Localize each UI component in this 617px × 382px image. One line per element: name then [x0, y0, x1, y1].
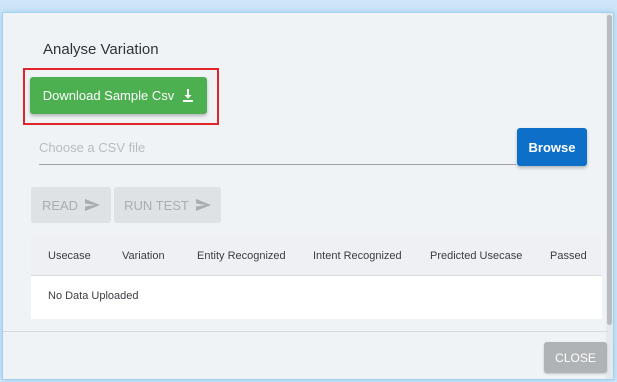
scrollbar-thumb[interactable] — [607, 15, 612, 325]
send-icon — [195, 199, 211, 211]
download-button-label: Download Sample Csv — [42, 88, 175, 103]
footer-divider — [3, 331, 608, 332]
column-header-variation: Variation — [122, 250, 165, 262]
browse-button[interactable]: Browse — [517, 128, 587, 166]
send-icon — [85, 199, 101, 211]
column-header-entity-recognized: Entity Recognized — [197, 250, 286, 262]
dialog-title: Analyse Variation — [43, 41, 159, 58]
results-table: Usecase Variation Entity Recognized Inte… — [31, 237, 602, 319]
table-header: Usecase Variation Entity Recognized Inte… — [31, 237, 602, 276]
column-header-predicted-usecase: Predicted Usecase — [430, 250, 523, 262]
close-button[interactable]: CLOSE — [544, 342, 607, 373]
run-test-button-label: RUN TEST — [124, 197, 189, 213]
run-test-button[interactable]: RUN TEST — [114, 187, 221, 223]
download-sample-csv-button[interactable]: Download Sample Csv — [30, 77, 207, 114]
csv-file-input[interactable] — [39, 131, 516, 164]
analyse-variation-dialog: Analyse Variation Download Sample Csv Br… — [2, 12, 614, 380]
table-row: No Data Uploaded — [31, 276, 602, 319]
dialog-scrollbar[interactable] — [606, 13, 613, 379]
column-header-passed: Passed — [550, 250, 587, 262]
empty-table-message: No Data Uploaded — [48, 290, 139, 302]
read-button[interactable]: READ — [31, 187, 111, 223]
download-icon — [182, 89, 194, 102]
csv-file-field[interactable] — [39, 131, 516, 165]
column-header-usecase: Usecase — [48, 250, 91, 262]
read-button-label: READ — [41, 197, 79, 213]
column-header-intent-recognized: Intent Recognized — [313, 250, 402, 262]
